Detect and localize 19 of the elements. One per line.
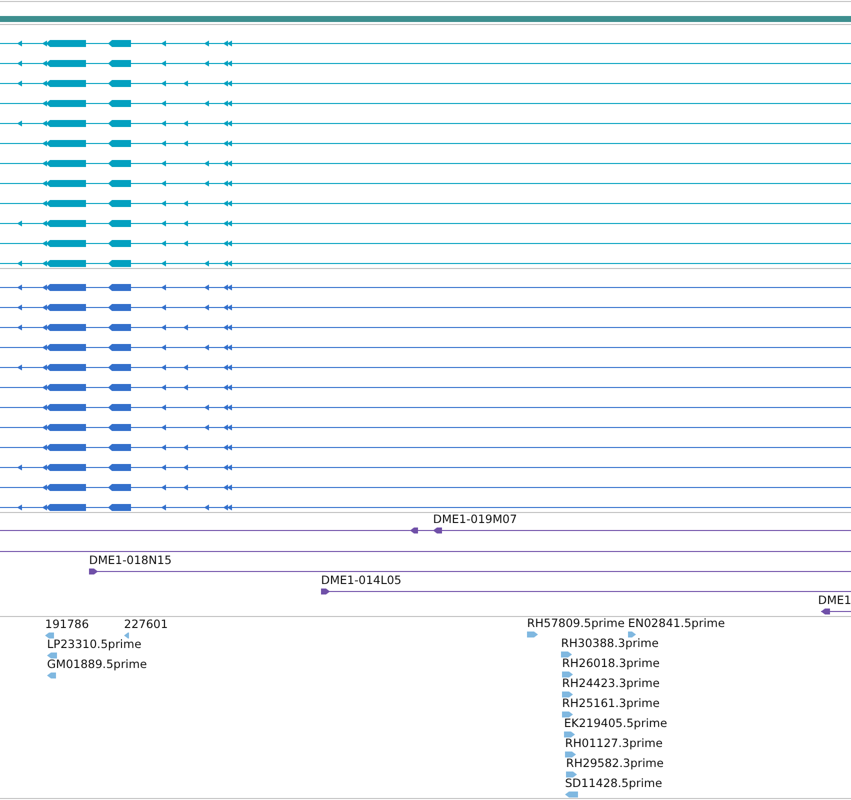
est-label: LP23310.5prime (47, 637, 142, 651)
est-label: RH26018.3prime (562, 656, 660, 670)
clone-label: DME1-019M07 (433, 512, 518, 526)
est-label: 191786 (45, 617, 89, 631)
arrowhead-icon (410, 528, 418, 534)
est-label: RH01127.3prime (565, 736, 663, 750)
est-label: RH30388.3prime (561, 636, 659, 650)
clone-label: DME1-018N15 (89, 553, 172, 567)
clone-label: DME1-014L05 (321, 573, 402, 587)
est-label: RH29582.3prime (566, 756, 664, 770)
est-label: SD11428.5prime (565, 776, 662, 790)
clone-label: DME1 (818, 593, 851, 607)
est-label: GM01889.5prime (47, 657, 147, 671)
est-label: RH25161.3prime (562, 696, 660, 710)
est-label: RH57809.5prime (527, 616, 625, 630)
est-label: 227601 (124, 617, 168, 631)
est-label: RH24423.3prime (562, 676, 660, 690)
est-label: EN02841.5prime (628, 616, 725, 630)
est-label: EK219405.5prime (564, 716, 668, 730)
